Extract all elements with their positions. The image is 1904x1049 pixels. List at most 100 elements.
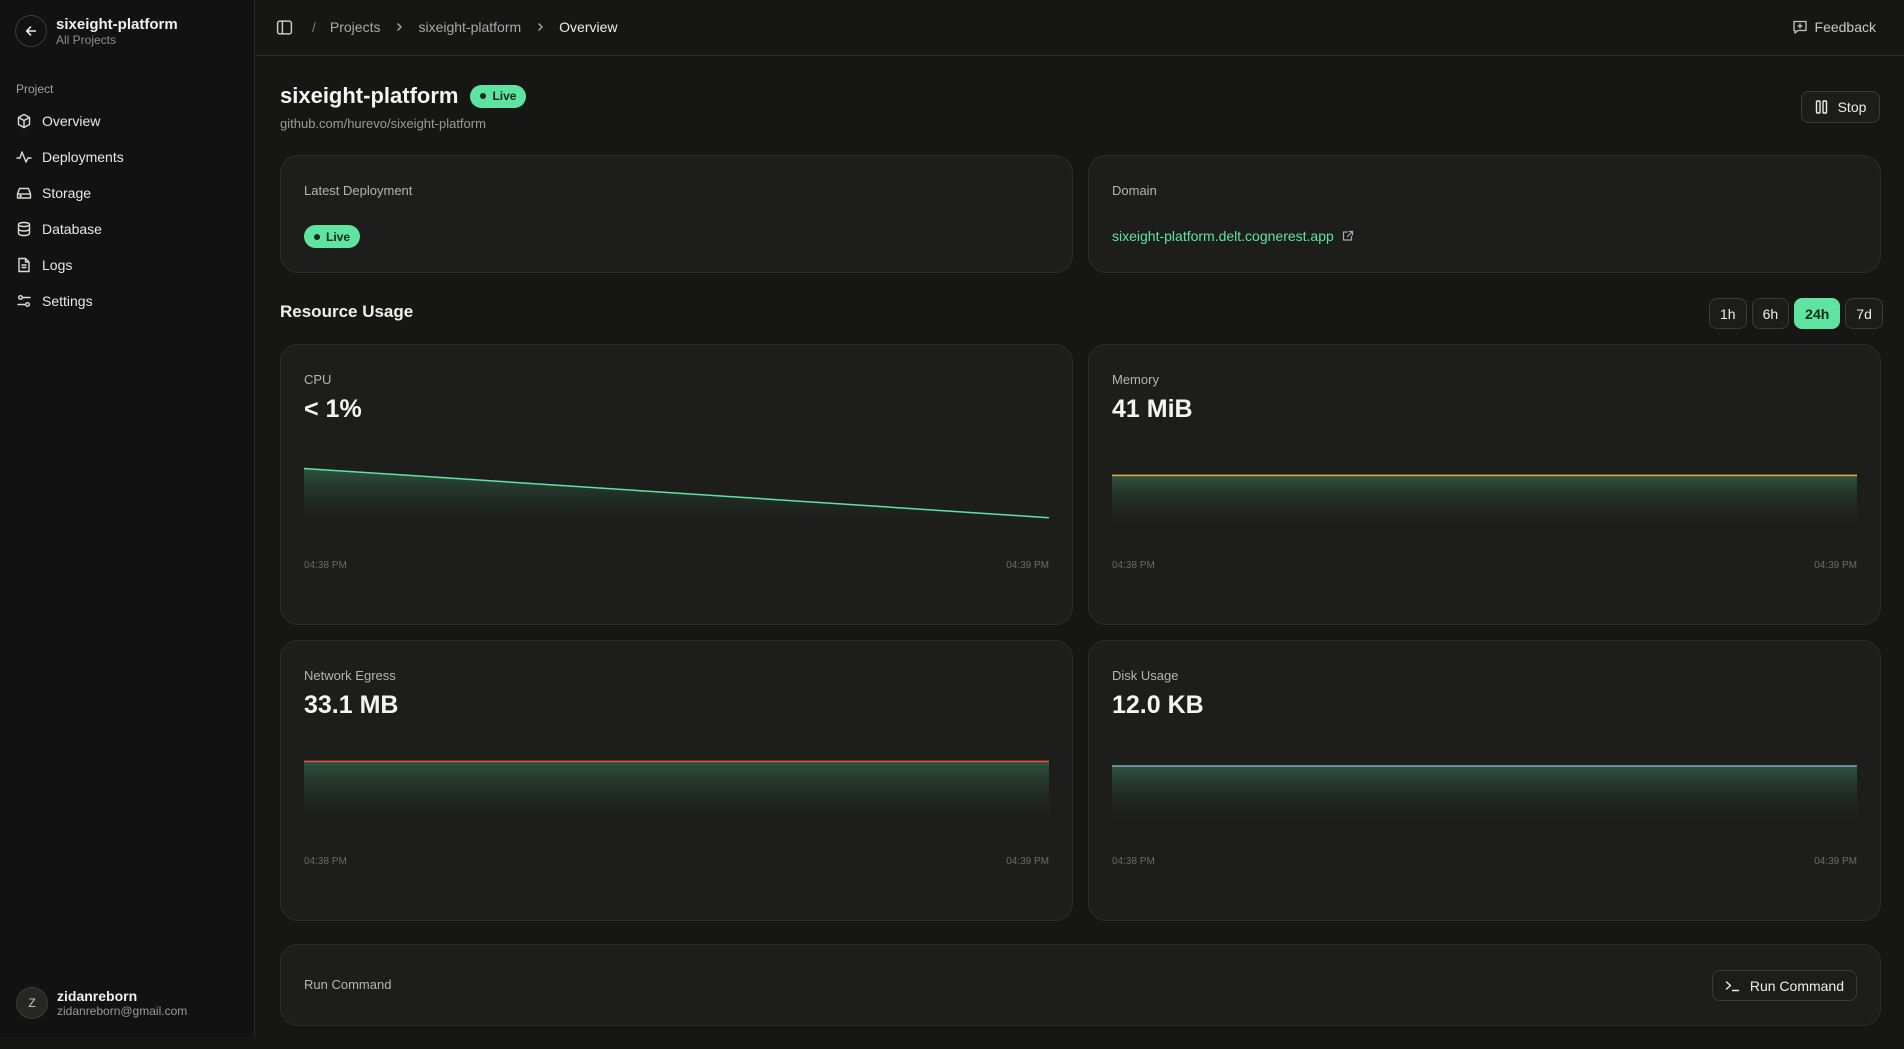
status-text: Live [492,89,517,103]
chart-svg [304,746,1049,826]
nav-section-label: Project [16,82,54,96]
network-egress-card: Network Egress 33.1 MB 04:38 PM 04:39 PM [280,640,1073,921]
user-profile[interactable]: Z zidanreborn zidanreborn@gmail.com [16,987,187,1019]
project-name: sixeight-platform [56,15,178,33]
stop-button[interactable]: Stop [1801,91,1880,123]
cube-icon [17,113,31,129]
sidebar-item-database[interactable]: Database [16,211,241,247]
breadcrumb: / Projects sixeight-platform Overview [312,19,618,35]
time-range-selector: 1h 6h 24h 7d [1709,298,1883,329]
sidebar-nav: Overview Deployments Storage Database Lo… [16,103,241,319]
sidebar-item-label: Deployments [42,149,124,165]
card-label: Run Command [304,977,392,992]
metric-value: 33.1 MB [304,691,399,719]
range-6h-button[interactable]: 6h [1751,298,1790,329]
x-tick-label: 04:39 PM [1006,856,1049,867]
breadcrumb-current: Overview [559,19,618,35]
x-tick-label: 04:38 PM [1112,856,1155,867]
sidebar-toggle-icon[interactable] [276,19,293,36]
sidebar-item-label: Storage [42,185,92,201]
card-label: Latest Deployment [304,183,413,198]
range-1h-button[interactable]: 1h [1709,298,1747,329]
sidebar-item-logs[interactable]: Logs [16,247,241,283]
memory-chart [1112,450,1857,530]
page-title: sixeight-platform [280,83,459,108]
cpu-card: CPU < 1% 04:38 PM 04:39 PM [280,344,1073,625]
domain-url: sixeight-platform.delt.cognerest.app [1112,228,1334,244]
metric-label: Network Egress [304,668,396,683]
cpu-chart [304,450,1049,530]
sidebar-item-storage[interactable]: Storage [16,175,241,211]
avatar: Z [16,987,48,1019]
topbar: / Projects sixeight-platform Overview Fe… [256,0,1904,56]
status-dot [314,233,320,240]
metric-label: Memory [1112,372,1159,387]
sidebar-item-deployments[interactable]: Deployments [16,139,241,175]
status-dot [480,93,487,99]
resource-usage-title: Resource Usage [280,302,414,321]
series-area [1112,766,1857,826]
back-button[interactable] [15,15,47,47]
user-name: zidanreborn [57,988,138,1004]
run-command-card: Run Command Run Command [280,944,1881,1026]
sidebar-item-label: Logs [42,257,73,273]
chart-svg [1112,450,1857,530]
file-text-icon [18,257,30,273]
deployment-status-badge: Live [304,225,361,248]
arrow-left-icon [25,26,37,36]
terminal-icon [1725,980,1740,991]
chart-svg [304,450,1049,530]
chevron-right-icon [538,23,544,31]
domain-link[interactable]: sixeight-platform.delt.cognerest.app [1112,228,1354,244]
x-tick-label: 04:38 PM [304,560,347,571]
range-24h-button[interactable]: 24h [1794,298,1841,329]
series-area [1112,475,1857,530]
chevron-right-icon [397,23,403,31]
project-header: sixeight-platform All Projects [15,15,178,47]
activity-icon [16,151,32,163]
status-text: Live [326,229,351,244]
metric-value: 41 MiB [1112,395,1193,423]
sidebar-item-settings[interactable]: Settings [16,283,241,319]
x-tick-label: 04:39 PM [1814,856,1857,867]
x-tick-label: 04:38 PM [1112,560,1155,571]
range-7d-button[interactable]: 7d [1845,298,1883,329]
series-area [304,761,1049,826]
feedback-button[interactable]: Feedback [1792,19,1876,35]
metric-value: 12.0 KB [1112,691,1204,719]
sidebar-item-label: Settings [42,293,93,309]
disk-usage-chart [1112,746,1857,826]
feedback-label: Feedback [1814,19,1876,35]
repo-link[interactable]: github.com/hurevo/sixeight-platform [280,116,486,131]
network-egress-chart [304,746,1049,826]
user-email: zidanreborn@gmail.com [57,1004,188,1018]
external-link-icon [1342,230,1353,241]
x-tick-label: 04:39 PM [1814,560,1857,571]
latest-deployment-card: Latest Deployment Live [280,155,1073,273]
breadcrumb-projects[interactable]: Projects [330,19,381,35]
sidebar-item-overview[interactable]: Overview [16,103,241,139]
disk-usage-card: Disk Usage 12.0 KB 04:38 PM 04:39 PM [1088,640,1881,921]
breadcrumb-slash: / [312,19,316,35]
memory-card: Memory 41 MiB 04:38 PM 04:39 PM [1088,344,1881,625]
breadcrumb-project[interactable]: sixeight-platform [418,19,521,35]
metric-label: Disk Usage [1112,668,1179,683]
metric-label: CPU [304,372,332,387]
run-command-button[interactable]: Run Command [1711,970,1857,1001]
sliders-icon [17,295,31,307]
run-command-label: Run Command [1749,977,1844,994]
card-label: Domain [1112,183,1157,198]
series-area [304,468,1049,530]
domain-card: Domain sixeight-platform.delt.cognerest.… [1088,155,1881,273]
stop-label: Stop [1837,99,1867,115]
sidebar-item-label: Database [42,221,102,237]
hard-drive-icon [16,187,32,199]
metric-value: < 1% [304,395,362,423]
pause-icon [1815,100,1827,114]
x-tick-label: 04:38 PM [304,856,347,867]
sidebar-item-label: Overview [42,113,101,129]
all-projects-link[interactable]: All Projects [56,33,178,47]
status-badge: Live [470,84,527,108]
chart-svg [1112,746,1857,826]
page-header: sixeight-platform Live [280,83,527,109]
